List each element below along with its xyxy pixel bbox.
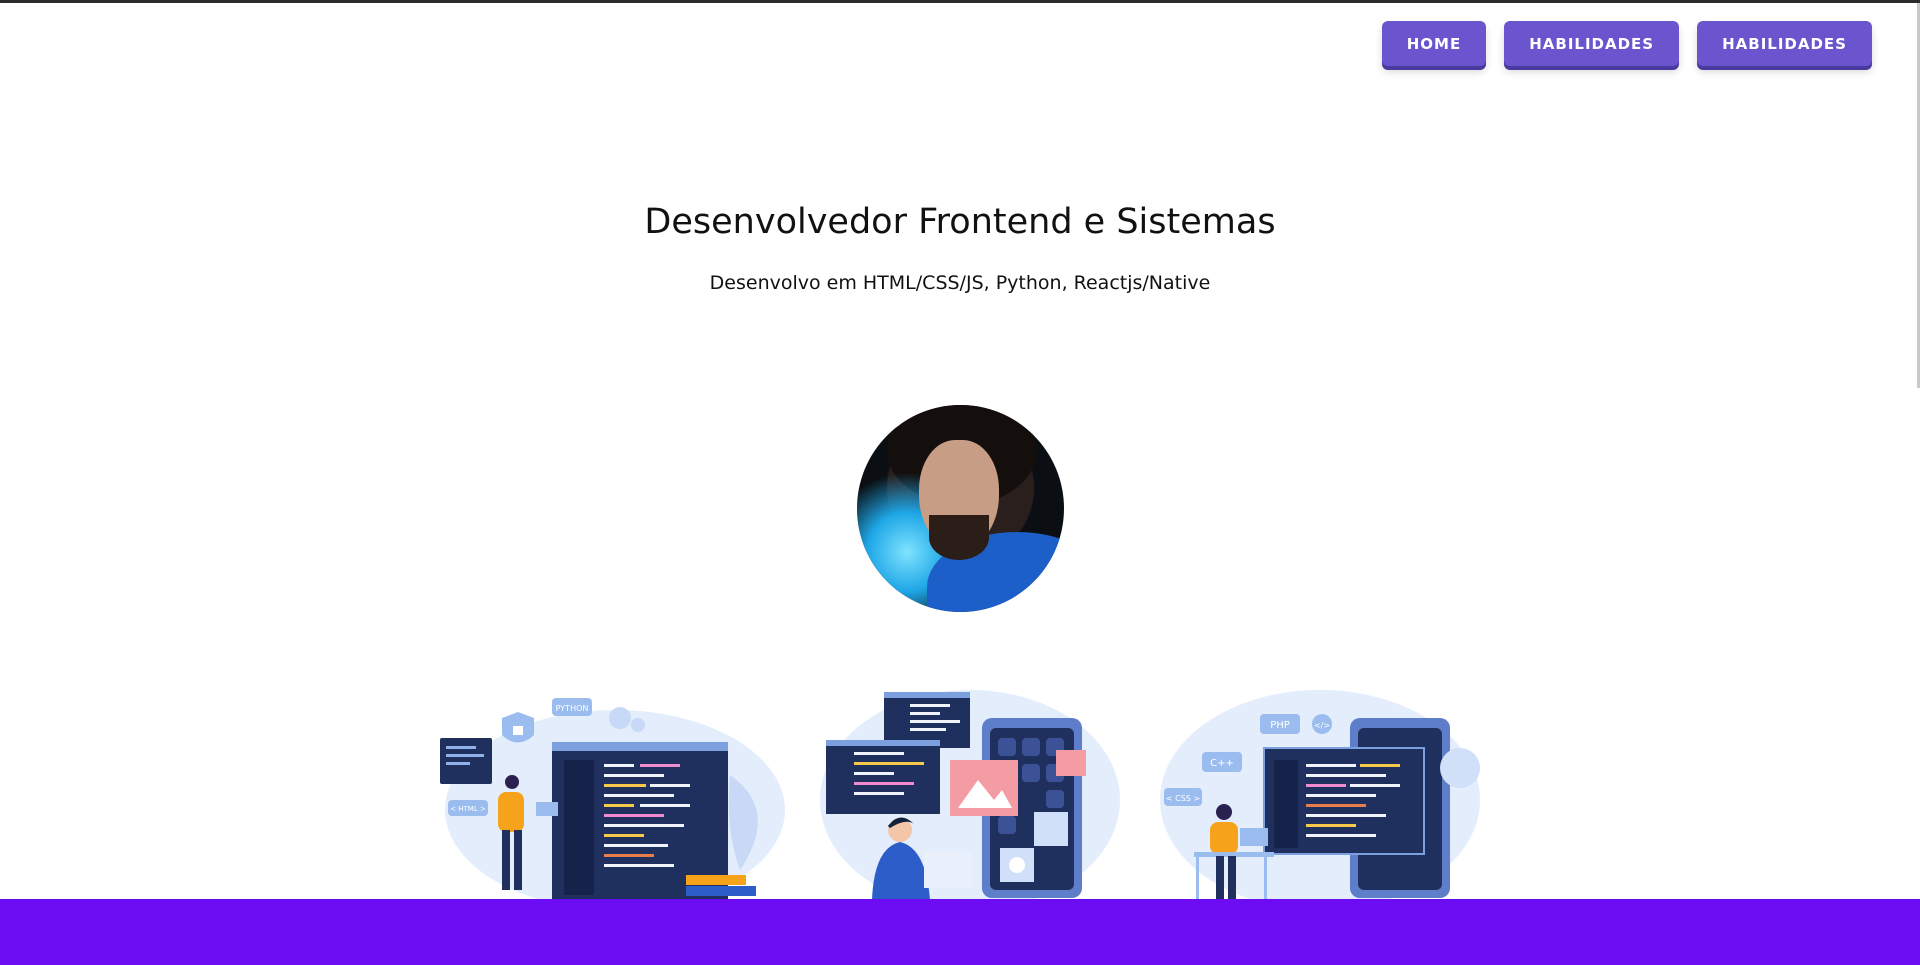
footer-bar <box>0 899 1920 965</box>
hero-subtitle: Desenvolvo em HTML/CSS/JS, Python, React… <box>709 272 1211 294</box>
html-tag: < HTML > <box>450 805 486 813</box>
avatar-beard <box>929 515 989 560</box>
code-tag: </> <box>1314 721 1330 730</box>
developer-illustration-1: PYTHON < HTML > <box>440 698 785 900</box>
cpp-tag: C++ <box>1210 758 1234 769</box>
nav-habilidades-button-2[interactable]: HABILIDADES <box>1697 21 1872 66</box>
php-tag: PHP <box>1270 720 1290 731</box>
nav-habilidades-button[interactable]: HABILIDADES <box>1504 21 1680 66</box>
css-tag: < CSS > <box>1166 794 1200 803</box>
developer-illustration-3: PHP </> C++ < CSS > <box>1160 690 1480 900</box>
python-tag: PYTHON <box>556 704 589 713</box>
top-nav: HOME HABILIDADES HABILIDADES <box>1381 21 1872 66</box>
nav-home-button[interactable]: HOME <box>1381 21 1487 66</box>
hero-title: Desenvolvedor Frontend e Sistemas <box>644 202 1276 242</box>
top-border <box>0 0 1920 3</box>
developer-illustration-2 <box>820 690 1120 900</box>
profile-avatar <box>857 405 1064 612</box>
